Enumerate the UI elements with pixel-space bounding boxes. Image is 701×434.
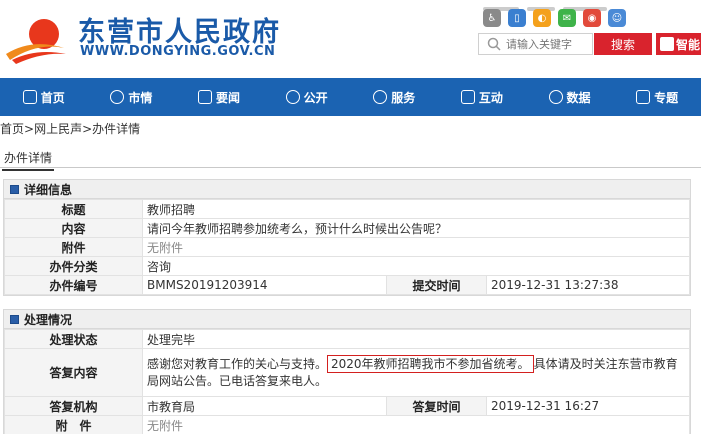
table-row: 处理状态 处理完毕 — [4, 329, 690, 349]
nav-label: 要闻 — [216, 90, 241, 105]
reply-highlight: 2020年教师招聘我市不参加省统考。 — [327, 354, 534, 373]
nav-item-city[interactable]: 市情 — [88, 78, 176, 116]
field-label: 答复内容 — [4, 348, 143, 397]
smart-label: 智能 — [676, 37, 701, 52]
table-row: 内容 请问今年教师招聘参加统考么，预计什么时候出公告呢？ — [4, 218, 690, 238]
detail-panel: 详细信息 标题 教师招聘 内容 请问今年教师招聘参加统考么，预计什么时候出公告呢… — [3, 179, 691, 296]
search-input[interactable] — [506, 36, 590, 52]
weibo-icon[interactable]: ◉ — [583, 9, 601, 27]
org-value: 市教育局 — [142, 396, 387, 416]
social-links: ♿ ▯ ◐ ✉ ◉ ☺ — [483, 9, 626, 29]
mobile-icon[interactable]: ▯ — [508, 9, 526, 27]
attachment-value: 无附件 — [142, 415, 690, 434]
table-row: 办件编号 BMMS20191203914 提交时间 2019-12-31 13:… — [4, 275, 690, 295]
process-table: 处理状态 处理完毕 答复内容 感谢您对教育工作的关心与支持。 2020年教师招聘我… — [4, 329, 690, 434]
home-icon — [22, 90, 37, 104]
eye-icon — [285, 90, 300, 104]
data-icon — [548, 90, 563, 104]
status-value: 处理完毕 — [142, 329, 690, 349]
nav-item-open[interactable]: 公开 — [263, 78, 351, 116]
main-nav: 首页 市情 要闻 公开 服务 互动 数据 专题 — [0, 78, 701, 116]
tab-detail[interactable]: 办件详情 — [2, 148, 55, 171]
field-label: 答复时间 — [386, 396, 487, 416]
table-row: 标题 教师招聘 — [4, 199, 690, 219]
field-label: 处理状态 — [4, 329, 143, 349]
heart-icon — [373, 90, 388, 104]
app-icon[interactable]: ◐ — [533, 9, 551, 27]
process-panel-header: 处理情况 — [4, 310, 690, 329]
detail-panel-header: 详细信息 — [4, 180, 690, 199]
reply-text: 感谢您对教育工作的关心与支持。 — [147, 356, 328, 371]
accessibility-icon[interactable]: ♿ — [483, 9, 501, 27]
search-button[interactable]: 搜索 — [594, 33, 652, 55]
submit-time-value: 2019-12-31 13:27:38 — [486, 275, 690, 295]
nav-item-service[interactable]: 服务 — [351, 78, 439, 116]
wechat-icon[interactable]: ✉ — [558, 9, 576, 27]
detail-table: 标题 教师招聘 内容 请问今年教师招聘参加统考么，预计什么时候出公告呢？ 附件 … — [4, 199, 690, 295]
nav-label: 服务 — [391, 90, 416, 105]
field-label: 标题 — [4, 199, 143, 219]
number-value: BMMS20191203914 — [142, 275, 387, 295]
breadcrumb: 首页>网上民声>办件详情 — [0, 122, 141, 136]
table-row: 答复内容 感谢您对教育工作的关心与支持。 2020年教师招聘我市不参加省统考。 具体… — [4, 348, 690, 397]
smart-button[interactable]: 智能 — [656, 33, 701, 55]
search-box — [478, 33, 593, 55]
reply-time-value: 2019-12-31 16:27 — [486, 396, 690, 416]
breadcrumb-current: 办件详情 — [92, 122, 141, 136]
top-links — [483, 0, 643, 11]
nav-item-news[interactable]: 要闻 — [175, 78, 263, 116]
site-header: 东营市人民政府 WWW.DONGYING.GOV.CN ♿ ▯ ◐ ✉ ◉ ☺ … — [0, 0, 701, 78]
table-row: 附 件 无附件 — [4, 415, 690, 434]
nav-label: 专题 — [654, 90, 679, 105]
detail-heading: 详细信息 — [24, 182, 73, 197]
nav-label: 首页 — [40, 90, 65, 105]
table-row: 附件 无附件 — [4, 237, 690, 257]
nav-label: 市情 — [128, 90, 153, 105]
content-value: 请问今年教师招聘参加统考么，预计什么时候出公告呢？ — [142, 218, 690, 238]
title-value: 教师招聘 — [142, 199, 690, 219]
process-heading: 处理情况 — [24, 312, 73, 327]
field-label: 附件 — [4, 237, 143, 257]
government-logo-icon[interactable] — [2, 8, 68, 64]
process-panel: 处理情况 处理状态 处理完毕 答复内容 感谢您对教育工作的关心与支持。 2020年… — [3, 309, 691, 434]
breadcrumb-voice[interactable]: 网上民声 — [34, 122, 82, 136]
table-row: 办件分类 咨询 — [4, 256, 690, 276]
list-icon — [198, 90, 213, 104]
field-label: 办件分类 — [4, 256, 143, 276]
field-label: 答复机构 — [4, 396, 143, 416]
field-label: 提交时间 — [386, 275, 487, 295]
reply-content: 感谢您对教育工作的关心与支持。 2020年教师招聘我市不参加省统考。 具体请及时关注… — [142, 348, 690, 397]
breadcrumb-home[interactable]: 首页 — [0, 122, 24, 136]
category-value: 咨询 — [142, 256, 690, 276]
search-icon — [487, 37, 501, 51]
nav-label: 互动 — [478, 90, 503, 105]
nav-item-home[interactable]: 首页 — [0, 78, 88, 116]
service-icon[interactable]: ☺ — [608, 9, 626, 27]
site-url: WWW.DONGYING.GOV.CN — [80, 44, 276, 59]
nav-item-interaction[interactable]: 互动 — [438, 78, 526, 116]
nav-item-data[interactable]: 数据 — [526, 78, 614, 116]
nav-label: 公开 — [303, 90, 328, 105]
interaction-icon — [460, 90, 475, 104]
attachment-value: 无附件 — [142, 237, 690, 257]
people-icon — [110, 90, 125, 104]
panel-icon — [10, 314, 19, 324]
robot-icon — [660, 37, 674, 51]
panel-icon — [10, 184, 19, 194]
tab-bar: 办件详情 — [0, 146, 701, 171]
field-label: 内容 — [4, 218, 143, 238]
nav-label: 数据 — [566, 90, 591, 105]
field-label: 办件编号 — [4, 275, 143, 295]
nav-item-topics[interactable]: 专题 — [613, 78, 701, 116]
table-row: 答复机构 市教育局 答复时间 2019-12-31 16:27 — [4, 396, 690, 416]
field-label: 附 件 — [4, 415, 143, 434]
document-icon — [636, 90, 651, 104]
